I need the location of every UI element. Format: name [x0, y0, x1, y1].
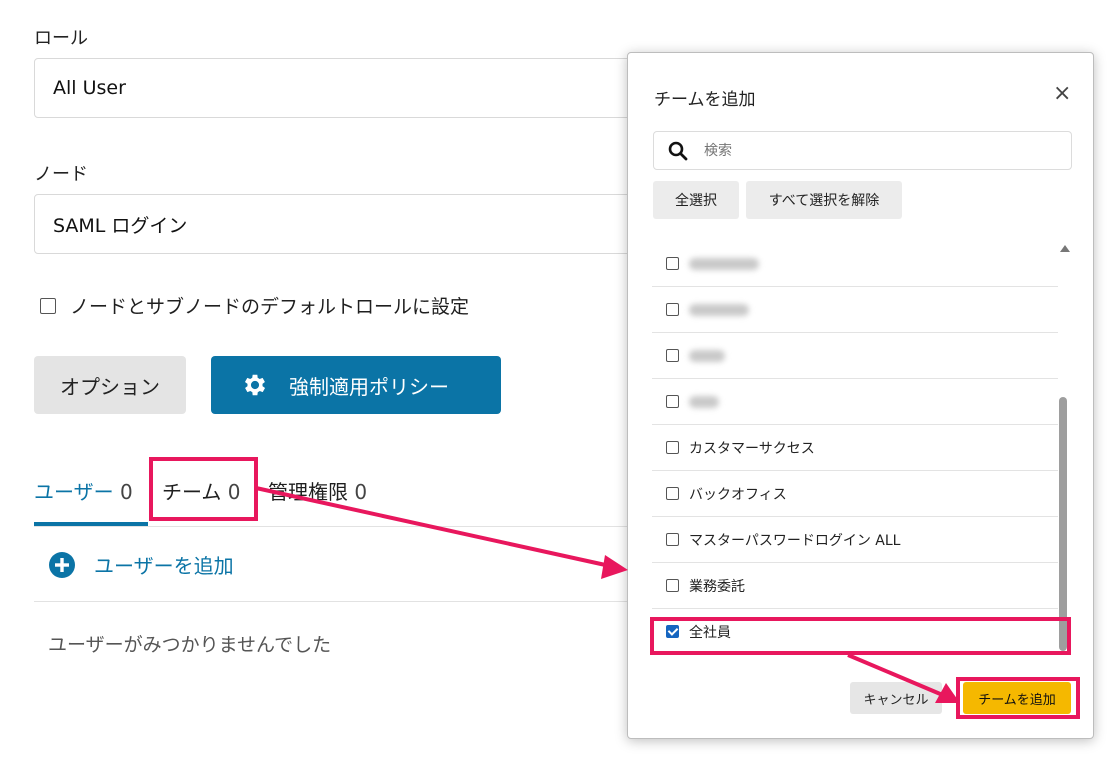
- arrow-line-tab-to-modal: [255, 486, 611, 568]
- arrow-line-to-add-button: [847, 653, 946, 698]
- arrow-head-tab-to-modal: [601, 555, 628, 579]
- annotation-arrows: [255, 486, 960, 703]
